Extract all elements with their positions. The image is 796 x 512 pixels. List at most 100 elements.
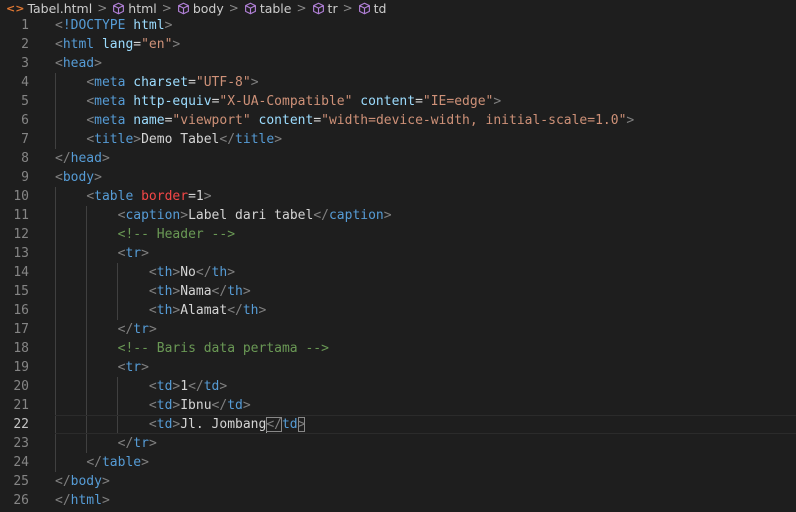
token-tag: td: [203, 379, 220, 394]
token-punct: >: [172, 37, 181, 52]
token-punct: </: [55, 493, 71, 508]
token-tag: th: [227, 284, 243, 299]
code-line[interactable]: 26 </html>: [0, 491, 796, 510]
token-comment: <!-- Baris data pertama -->: [117, 341, 329, 356]
code-line[interactable]: 22 <td>Jl. Jombang</td>: [0, 415, 796, 434]
code-line[interactable]: 20 <td>1</td>: [0, 377, 796, 396]
token-punct: >: [94, 170, 102, 185]
code-line[interactable]: 11 <caption>Label dari tabel</caption>: [0, 206, 796, 225]
breadcrumb-item-tr[interactable]: tr: [312, 1, 338, 16]
breadcrumb-item-td[interactable]: td: [358, 1, 387, 16]
line-code: </head>: [55, 149, 110, 168]
token-tag: th: [211, 265, 228, 280]
line-code: <tr>: [55, 358, 149, 377]
code-line[interactable]: 8 </head>: [0, 149, 796, 168]
token-punct: >: [493, 94, 502, 109]
code-line[interactable]: 10 <table border=1>: [0, 187, 796, 206]
line-number: 8: [21, 151, 29, 166]
token-tag: table: [94, 189, 134, 204]
code-line[interactable]: 5 <meta http-equiv = "X-UA-Compatible" con…: [0, 92, 796, 111]
code-line[interactable]: 19 <tr>: [0, 358, 796, 377]
line-number: 17: [13, 322, 29, 337]
token-tag: meta: [94, 113, 126, 128]
token-tag: caption: [328, 208, 384, 223]
line-number: 13: [13, 246, 29, 261]
code-line[interactable]: 13 <tr>: [0, 244, 796, 263]
code-line[interactable]: 17 </tr>: [0, 320, 796, 339]
code-line[interactable]: 12 <!-- Header -->: [0, 225, 796, 244]
code-line[interactable]: 23 </tr>: [0, 434, 796, 453]
code-line[interactable]: 24 </table>: [0, 453, 796, 472]
token-attr: lang: [101, 37, 134, 52]
code-line[interactable]: 7 <title>Demo Tabel</title>: [0, 130, 796, 149]
code-area[interactable]: 1 <!DOCTYPE html> 2 <html lang="en"> 3 <head>…: [0, 16, 796, 510]
token-attrred: border: [141, 189, 189, 204]
token-tag: td: [156, 417, 173, 432]
token-punct: <: [148, 417, 157, 432]
token-str: "X-UA-Compatible": [219, 94, 353, 109]
code-line[interactable]: 3 <head>: [0, 54, 796, 73]
code-line[interactable]: 6 <meta name="viewport" content="width=d…: [0, 111, 796, 130]
token-punct: </: [313, 208, 329, 223]
line-number: 12: [13, 227, 29, 242]
token-punct: >: [141, 360, 149, 375]
line-code: <th>No</th>: [55, 263, 235, 282]
token-punct: <: [86, 94, 95, 109]
token-punct: >: [258, 303, 267, 318]
token-tag: th: [156, 303, 173, 318]
token-punct: <: [148, 265, 157, 280]
breadcrumb-item-html[interactable]: html: [112, 1, 157, 16]
code-line[interactable]: 15 <th>Nama</th>: [0, 282, 796, 301]
code-line[interactable]: 1 <!DOCTYPE html>: [0, 16, 796, 35]
line-number: 26: [13, 493, 29, 508]
symbol-element-icon: [112, 2, 125, 15]
token-punct: </: [195, 265, 212, 280]
token-punct: </: [266, 417, 282, 432]
breadcrumb-item-body[interactable]: body: [177, 1, 224, 16]
token-punct: <: [148, 398, 157, 413]
code-line[interactable]: 21 <td>Ibnu</td>: [0, 396, 796, 415]
code-editor[interactable]: <> Tabel.html > html > body > table > tr > td 1 <!…: [0, 0, 796, 512]
code-line[interactable]: 25 </body>: [0, 472, 796, 491]
code-line[interactable]: 9 <body>: [0, 168, 796, 187]
token-punct: >: [133, 132, 142, 147]
line-code: <head>: [55, 54, 102, 73]
token-punct: >: [101, 493, 110, 508]
line-code: <table border=1>: [55, 187, 211, 206]
breadcrumb-item-table[interactable]: table: [244, 1, 291, 16]
token-text: 1: [180, 379, 189, 394]
token-attr: html: [133, 18, 165, 33]
breadcrumb: <> Tabel.html > html > body > table > tr > td: [0, 0, 796, 16]
symbol-element-icon: [358, 2, 371, 15]
token-text: No: [180, 265, 196, 280]
code-line[interactable]: 16 <th>Alamat</th>: [0, 301, 796, 320]
token-tag: meta: [94, 75, 126, 90]
line-number: 5: [21, 94, 29, 109]
line-code: <meta http-equiv = "X-UA-Compatible" conte…: [55, 92, 501, 111]
code-line[interactable]: 2 <html lang="en">: [0, 35, 796, 54]
token-text: Label dari tabel: [188, 208, 314, 223]
line-number: 4: [21, 75, 29, 90]
line-number: 1: [21, 18, 29, 33]
code-line[interactable]: 14 <th>No</th>: [0, 263, 796, 282]
token-tag: tr: [133, 436, 149, 451]
token-tag: !DOCTYPE: [62, 18, 126, 33]
code-line[interactable]: 4 <meta charset="UTF-8">: [0, 73, 796, 92]
code-line[interactable]: 18 <!-- Baris data pertama -->: [0, 339, 796, 358]
token-tag: tr: [125, 246, 142, 261]
token-punct: >: [274, 132, 283, 147]
breadcrumb-file[interactable]: <> Tabel.html: [0, 1, 92, 16]
line-code: </html>: [55, 491, 110, 510]
token-text: Jl. Jombang: [180, 417, 267, 432]
